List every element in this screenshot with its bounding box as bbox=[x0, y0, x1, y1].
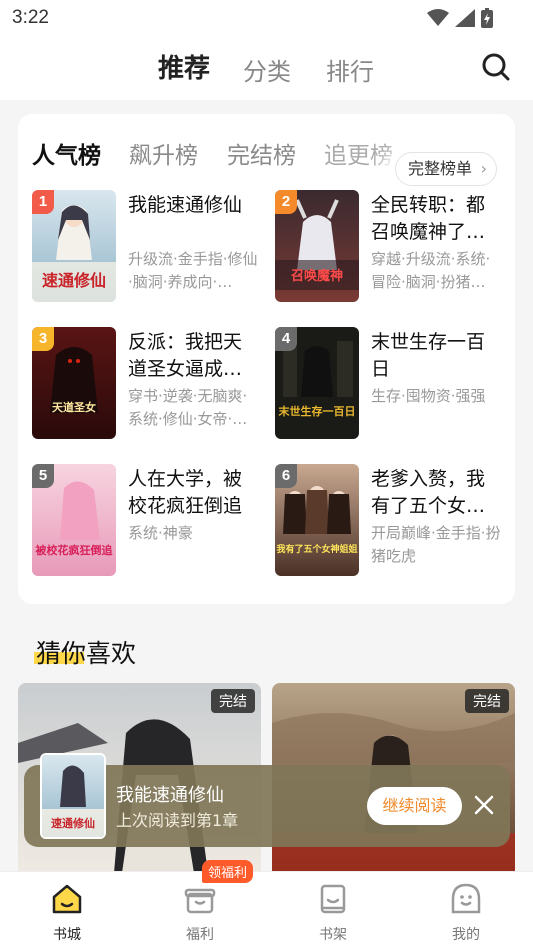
rank-book-1[interactable]: 速通修仙 1 我能速通修仙 升级流·金手指·修仙·脑洞·养成向·… bbox=[32, 190, 268, 302]
ranktab-following[interactable]: 追更榜 bbox=[324, 136, 393, 170]
full-ranking-button[interactable]: 完整榜单 › bbox=[394, 152, 497, 186]
continue-book-cover: 速通修仙 bbox=[40, 753, 106, 839]
tab-ranking[interactable]: 排行 bbox=[326, 52, 374, 87]
cover-text: 速通修仙 bbox=[42, 271, 106, 290]
book-title: 反派：我把天道圣女逼成… bbox=[128, 331, 243, 380]
battery-icon bbox=[481, 8, 493, 28]
rank-book-6[interactable]: 我有了五个女神姐姐 6 老爹入赘，我有了五个女… 开局巅峰·金手指·扮猪吃虎 bbox=[275, 464, 511, 576]
wifi-icon bbox=[427, 9, 449, 26]
cover-text: 末世生存一百日 bbox=[278, 404, 356, 418]
ranking-tabs: 人气榜 飙升榜 完结榜 追更榜 完整榜单 › bbox=[18, 132, 515, 186]
book-tags: 系统·神豪 bbox=[128, 524, 193, 542]
continue-book-title: 我能速通修仙 bbox=[116, 785, 224, 806]
rank-badge: 3 bbox=[32, 327, 54, 351]
completed-badge: 完结 bbox=[211, 689, 255, 713]
book-tags: 穿书·逆袭·无脑爽·系统·修仙·女帝·… bbox=[128, 387, 248, 428]
signal-icon bbox=[455, 9, 475, 27]
nav-label: 书城 bbox=[53, 927, 81, 943]
rank-book-3[interactable]: 天道圣女 3 反派：我把天道圣女逼成… 穿书·逆袭·无脑爽·系统·修仙·女帝·… bbox=[32, 327, 268, 439]
cover-text: 召唤魔神 bbox=[291, 268, 343, 284]
guess-section-title: 猜你喜欢 bbox=[34, 634, 137, 670]
ranktab-completed[interactable]: 完结榜 bbox=[227, 136, 296, 170]
continue-cover-image: 速通修仙 bbox=[42, 755, 104, 837]
chevron-right-icon: › bbox=[480, 159, 487, 178]
full-ranking-label: 完整榜单 bbox=[407, 159, 472, 178]
cover-text: 天道圣女 bbox=[52, 400, 96, 414]
book-tags: 穿越·升级流·系统·冒险·脑洞·扮猪… bbox=[371, 250, 491, 291]
book-tags: 升级流·金手指·修仙·脑洞·养成向·… bbox=[128, 250, 258, 291]
rank-badge: 4 bbox=[275, 327, 297, 351]
book-tags: 开局巅峰·金手指·扮猪吃虎 bbox=[371, 524, 501, 565]
continue-reading-bar[interactable]: 速通修仙 我能速通修仙 上次阅读到第1章 继续阅读 bbox=[24, 753, 510, 847]
bottom-nav: 书城 福利 书架 我的 bbox=[0, 871, 533, 947]
tab-recommend[interactable]: 推荐 bbox=[158, 48, 210, 85]
rank-book-2[interactable]: 召唤魔神 2 全民转职：都召唤魔神了… 穿越·升级流·系统·冒险·脑洞·扮猪… bbox=[275, 190, 511, 302]
welfare-badge[interactable]: 领福利 bbox=[202, 860, 254, 883]
book-title: 人在大学，被校花疯狂倒追 bbox=[128, 468, 243, 517]
home-icon bbox=[52, 884, 82, 914]
cover-text: 速通修仙 bbox=[51, 816, 95, 830]
status-icons bbox=[427, 8, 493, 28]
book-title: 末世生存一百日 bbox=[371, 331, 486, 380]
status-time: 3:22 bbox=[12, 7, 49, 28]
status-bar: 3:22 bbox=[0, 0, 533, 36]
cover-text: 被校花疯狂倒追 bbox=[36, 543, 114, 557]
profile-icon bbox=[451, 883, 481, 914]
nav-label: 福利 bbox=[186, 927, 214, 943]
book-title: 全民转职：都召唤魔神了… bbox=[371, 194, 486, 243]
ranktab-popular[interactable]: 人气榜 bbox=[30, 136, 101, 170]
rank-badge: 2 bbox=[275, 190, 297, 214]
rank-book-4[interactable]: 末世生存一百日 4 末世生存一百日 生存·囤物资·强强 bbox=[275, 327, 511, 439]
nav-label: 我的 bbox=[452, 927, 480, 943]
bookshelf-icon bbox=[320, 884, 346, 914]
cover-text: 我有了五个女神姐姐 bbox=[276, 543, 357, 555]
book-title: 我能速通修仙 bbox=[128, 194, 243, 216]
gift-icon bbox=[184, 888, 216, 914]
ranktab-popular-label: 人气榜 bbox=[32, 143, 101, 169]
ranking-card: 人气榜 飙升榜 完结榜 追更榜 完整榜单 › 速通修仙 1 我能速通修仙 升级流… bbox=[18, 114, 515, 604]
top-nav: 推荐 分类 排行 bbox=[0, 36, 533, 100]
close-icon[interactable] bbox=[472, 793, 496, 817]
nav-welfare[interactable]: 福利 bbox=[160, 882, 240, 944]
continue-progress: 上次阅读到第1章 bbox=[116, 811, 239, 830]
search-icon[interactable] bbox=[481, 52, 511, 82]
rank-badge: 5 bbox=[32, 464, 54, 488]
tab-category[interactable]: 分类 bbox=[243, 52, 291, 87]
nav-profile[interactable]: 我的 bbox=[426, 882, 506, 944]
ranktab-rising[interactable]: 飙升榜 bbox=[129, 136, 198, 170]
book-tags: 生存·囤物资·强强 bbox=[371, 387, 486, 405]
rank-badge: 1 bbox=[32, 190, 54, 214]
book-title: 老爹入赘，我有了五个女… bbox=[371, 468, 486, 517]
nav-bookshelf[interactable]: 书架 bbox=[293, 882, 373, 944]
rank-badge: 6 bbox=[275, 464, 297, 488]
completed-badge: 完结 bbox=[465, 689, 509, 713]
continue-reading-button[interactable]: 继续阅读 bbox=[367, 787, 462, 825]
guess-title-text: 猜你喜欢 bbox=[36, 639, 137, 668]
nav-label: 书架 bbox=[319, 927, 347, 943]
nav-bookstore[interactable]: 书城 bbox=[27, 882, 107, 944]
rank-book-5[interactable]: 被校花疯狂倒追 5 人在大学，被校花疯狂倒追 系统·神豪 bbox=[32, 464, 268, 576]
